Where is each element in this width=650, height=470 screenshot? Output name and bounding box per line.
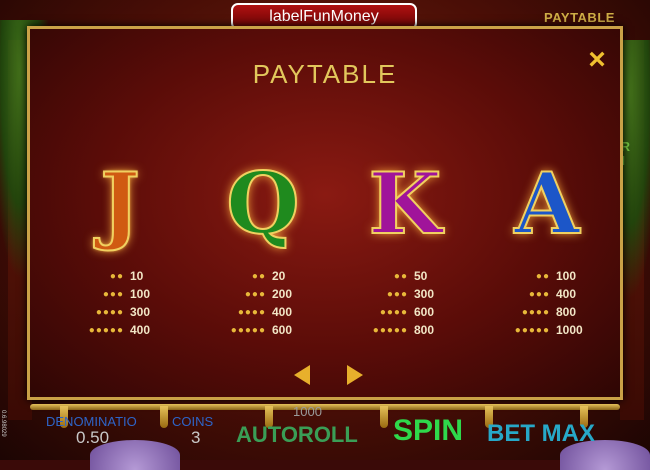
autoroll-button[interactable]: AUTOROLL <box>236 422 358 448</box>
pay-row: ●●●●● 1000 <box>492 321 612 339</box>
pay-row: ●● 10 <box>66 267 186 285</box>
pay-value: 400 <box>556 287 577 301</box>
pay-row: ●● 50 <box>350 267 470 285</box>
coin-dots-icon: ●●●●● <box>372 324 408 336</box>
pay-value: 300 <box>130 305 151 319</box>
pays-a: ●● 100 ●●● 400 ●●●● 800 ●●●●● 1000 <box>492 267 612 339</box>
tassel-decoration <box>160 406 168 428</box>
next-page-arrow-icon[interactable] <box>347 365 363 385</box>
pay-value: 300 <box>414 287 435 301</box>
coins-label: COINS <box>172 414 214 429</box>
pays-j: ●● 10 ●●● 100 ●●●● 300 ●●●●● 400 <box>66 267 186 339</box>
coin-dots-icon: ●●●●● <box>230 324 266 336</box>
coin-dots-icon: ●●●● <box>521 306 550 318</box>
pay-row: ●●●●● 600 <box>208 321 328 339</box>
gold-rail-decoration <box>30 404 620 410</box>
coin-dots-icon: ●●● <box>528 288 550 300</box>
coin-dots-icon: ●● <box>109 270 124 282</box>
coins-value[interactable]: 3 <box>191 428 200 448</box>
symbol-k: K <box>367 154 442 253</box>
spin-button[interactable]: SPIN <box>393 414 463 448</box>
coin-dots-icon: ●●●●● <box>88 324 124 336</box>
close-icon[interactable]: × <box>582 45 612 75</box>
bottom-control-bar: DENOMINATIO 0.50 COINS 3 1000 AUTOROLL S… <box>0 400 650 470</box>
version-text: 0.6.98029 <box>0 410 6 437</box>
coin-dots-icon: ●●● <box>244 288 266 300</box>
paytable-tab[interactable]: PAYTABLE <box>544 10 615 25</box>
coin-dots-icon: ●●● <box>386 288 408 300</box>
coin-dots-icon: ●●●● <box>237 306 266 318</box>
coin-dots-icon: ●●● <box>102 288 124 300</box>
bet-max-button[interactable]: BET MAX <box>487 420 595 448</box>
coin-dots-icon: ●●●● <box>379 306 408 318</box>
coin-dots-icon: ●●●●● <box>514 324 550 336</box>
tassel-decoration <box>380 406 388 428</box>
pay-row: ●●●● 600 <box>350 303 470 321</box>
pay-row: ●● 100 <box>492 267 612 285</box>
coin-dots-icon: ●● <box>251 270 266 282</box>
denomination-value[interactable]: 0.50 <box>76 428 109 448</box>
pay-row: ●●● 200 <box>208 285 328 303</box>
pay-value: 200 <box>272 287 293 301</box>
coin-dots-icon: ●● <box>535 270 550 282</box>
total-value: 1000 <box>293 404 322 419</box>
pay-row: ●●●●● 800 <box>350 321 470 339</box>
pay-row: ●●● 300 <box>350 285 470 303</box>
pay-row: ●●●● 800 <box>492 303 612 321</box>
pay-row: ●●●●● 400 <box>66 321 186 339</box>
symbol-a: A <box>513 154 580 253</box>
symbol-j: J <box>99 154 141 253</box>
denomination-label: DENOMINATIO <box>46 414 137 429</box>
pay-value: 20 <box>272 269 286 283</box>
pays-q: ●● 20 ●●● 200 ●●●● 400 ●●●●● 600 <box>208 267 328 339</box>
prev-page-arrow-icon[interactable] <box>294 365 310 385</box>
pay-value: 400 <box>130 323 151 337</box>
pays-k: ●● 50 ●●● 300 ●●●● 600 ●●●●● 800 <box>350 267 470 339</box>
coin-dots-icon: ●●●● <box>95 306 124 318</box>
coin-dots-icon: ●● <box>393 270 408 282</box>
pay-value: 10 <box>130 269 144 283</box>
pay-value: 800 <box>414 323 435 337</box>
pay-value: 600 <box>272 323 293 337</box>
pay-row: ●●●● 400 <box>208 303 328 321</box>
pay-value: 1000 <box>556 323 583 337</box>
pay-value: 50 <box>414 269 428 283</box>
symbol-q: Q <box>225 154 300 253</box>
pay-value: 400 <box>272 305 293 319</box>
paytable-title: PAYTABLE <box>252 59 398 89</box>
pay-value: 100 <box>130 287 151 301</box>
pay-row: ●●● 400 <box>492 285 612 303</box>
pay-value: 100 <box>556 269 577 283</box>
pay-row: ●● 20 <box>208 267 328 285</box>
pay-row: ●●● 100 <box>66 285 186 303</box>
paytable-panel: PAYTABLE × J Q K A ●● 10 ●●● 100 ●●●● 300 ●… <box>27 26 623 400</box>
pay-value: 600 <box>414 305 435 319</box>
pay-value: 800 <box>556 305 577 319</box>
pay-row: ●●●● 300 <box>66 303 186 321</box>
